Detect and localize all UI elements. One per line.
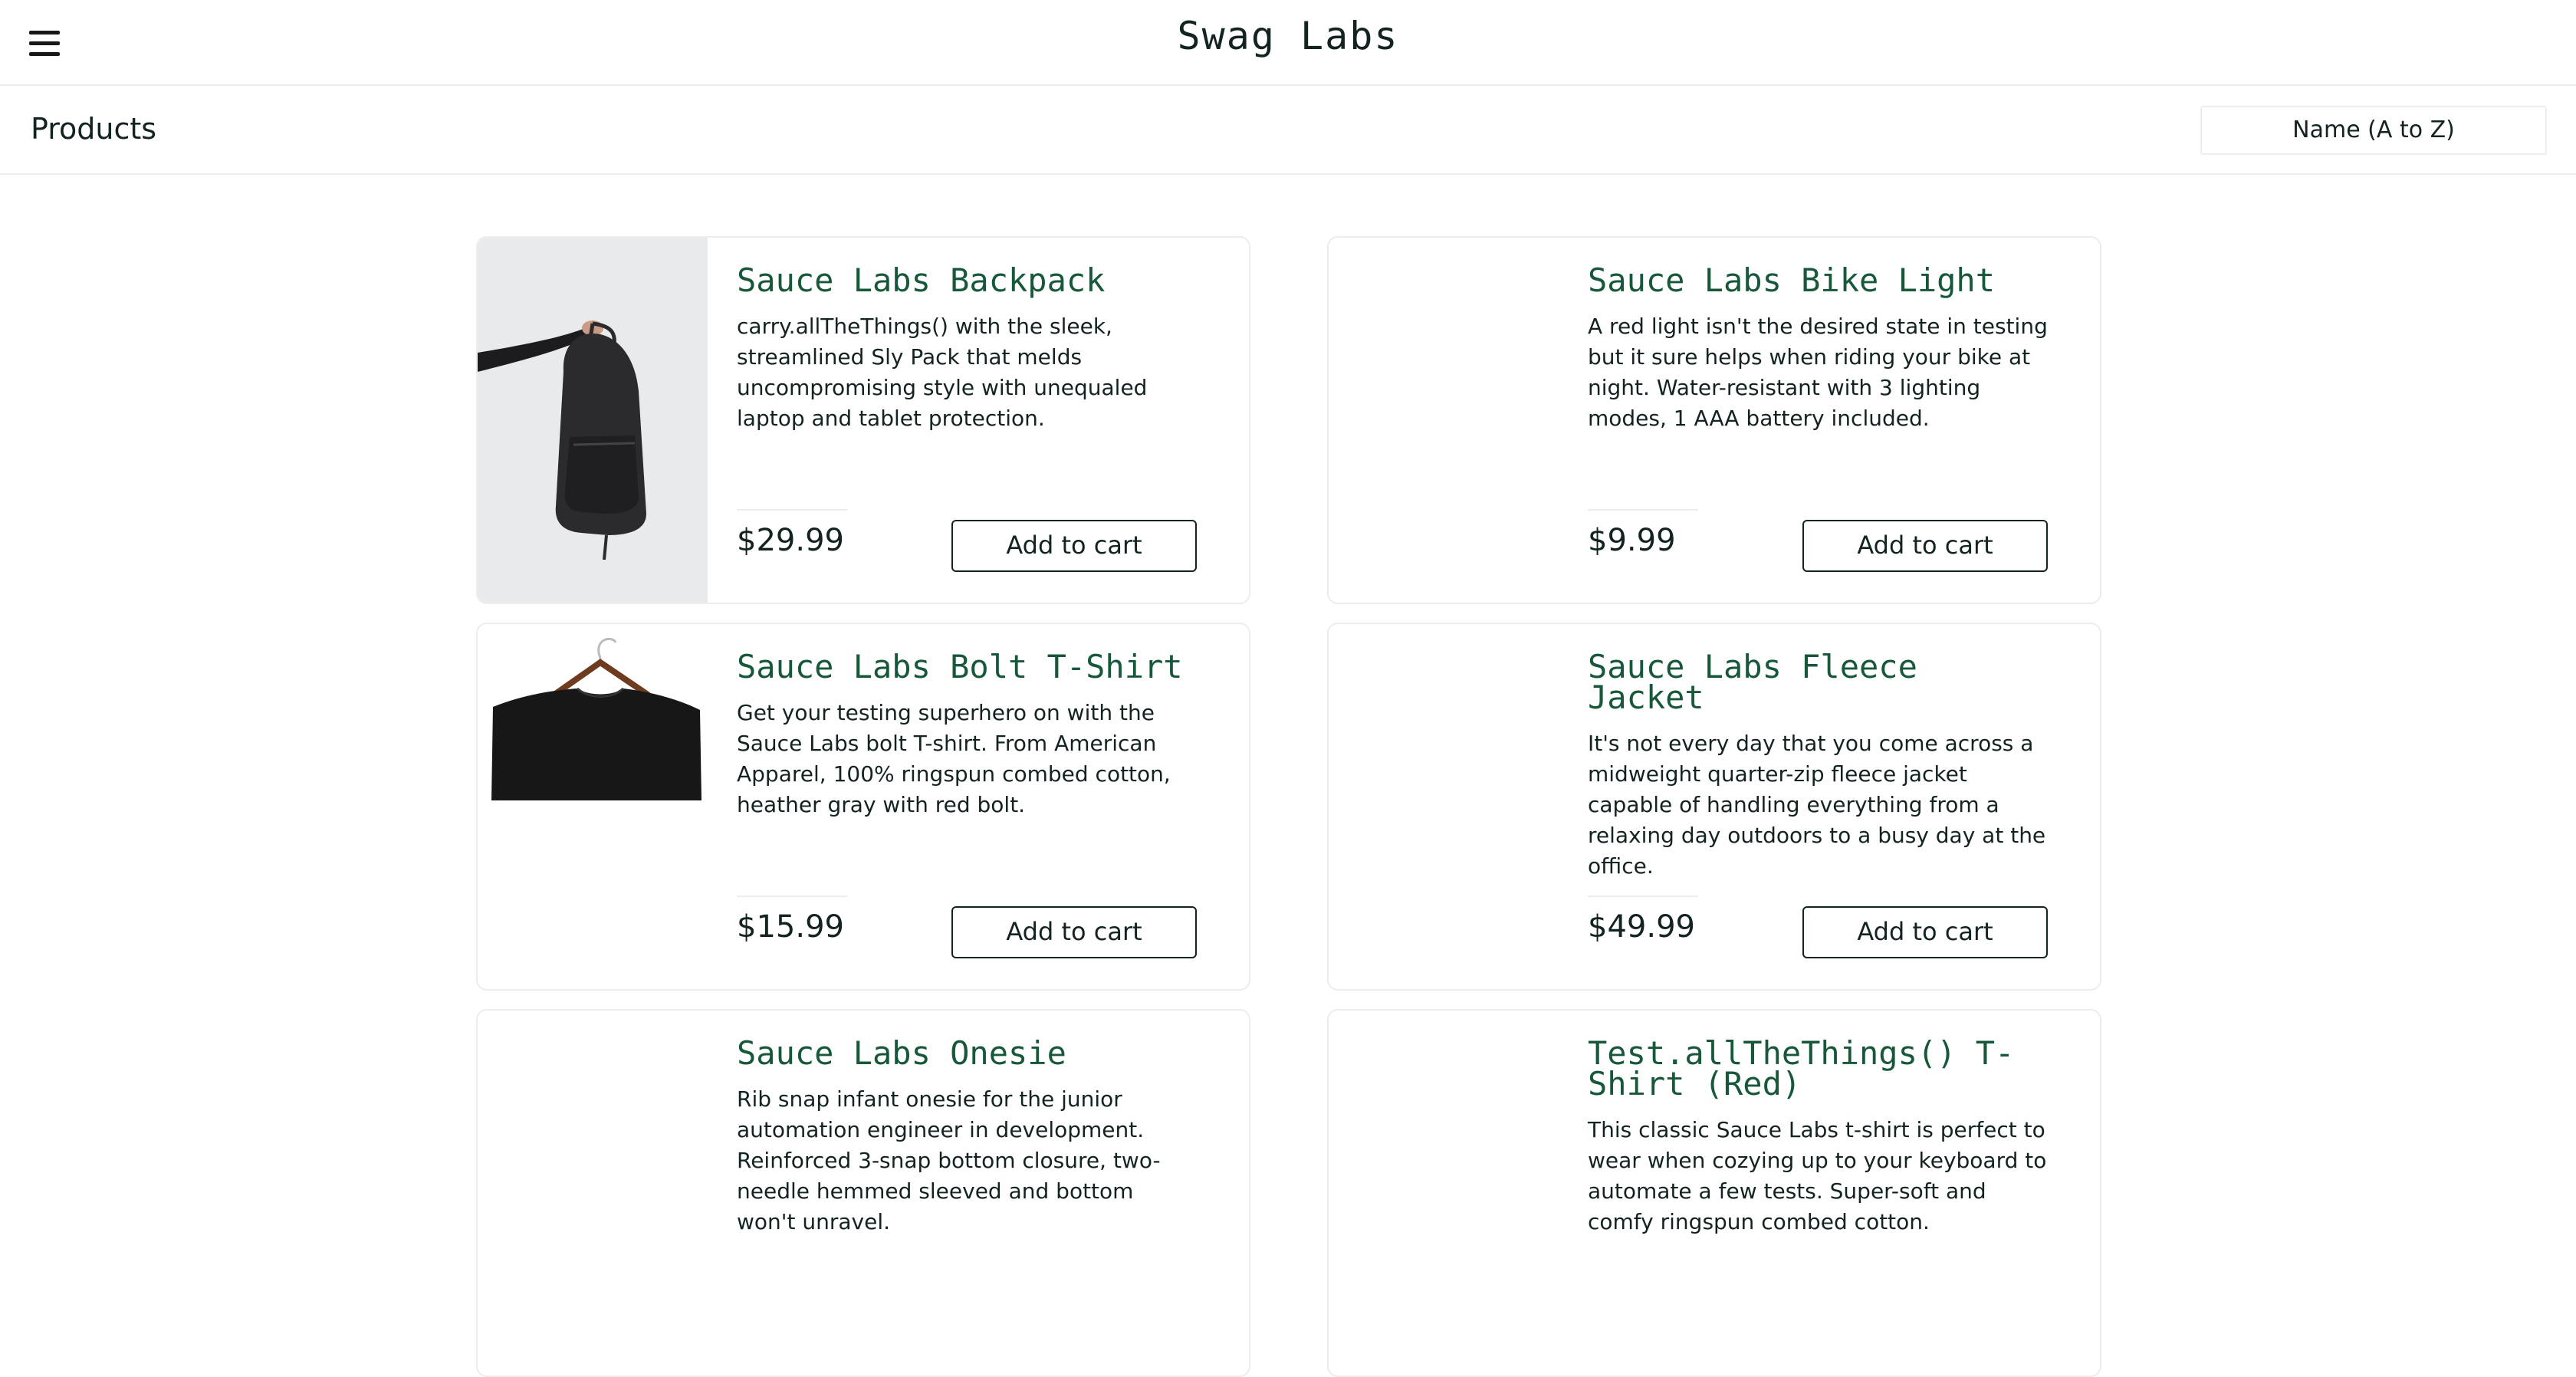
- item-description: It's not every day that you come across …: [1588, 731, 2046, 879]
- price-divider: [737, 896, 847, 897]
- item-name[interactable]: Sauce Labs Bolt T-Shirt: [737, 651, 1197, 683]
- page-title: Products: [31, 112, 157, 146]
- app-logo: Swag Labs: [1177, 14, 1399, 58]
- inventory-item: Sauce Labs Bike Light A red light isn't …: [1327, 236, 2101, 604]
- item-name[interactable]: Test.allTheThings() T-Shirt (Red): [1588, 1037, 2048, 1100]
- price-divider: [737, 509, 847, 511]
- product-image-backpack[interactable]: [478, 238, 708, 603]
- add-to-cart-button[interactable]: Add to cart: [1802, 906, 2048, 958]
- sort-dropdown[interactable]: Name (A to Z): [2200, 106, 2547, 155]
- inventory-item: Test.allTheThings() T-Shirt (Red) This c…: [1327, 1009, 2101, 1377]
- item-description: carry.allTheThings() with the sleek, str…: [737, 314, 1148, 431]
- add-to-cart-button[interactable]: Add to cart: [951, 906, 1197, 958]
- item-description: This classic Sauce Labs t-shirt is perfe…: [1588, 1117, 2047, 1234]
- item-name[interactable]: Sauce Labs Backpack: [737, 265, 1197, 297]
- item-info: Test.allTheThings() T-Shirt (Red) This c…: [1588, 1037, 2048, 1237]
- item-info: Sauce Labs Bike Light A red light isn't …: [1588, 265, 2048, 434]
- item-name[interactable]: Sauce Labs Onesie: [737, 1037, 1197, 1070]
- product-image-red-tshirt[interactable]: [1329, 1011, 1559, 1375]
- inventory-item: Sauce Labs Onesie Rib snap infant onesie…: [476, 1009, 1250, 1377]
- item-info: Sauce Labs Fleece Jacket It's not every …: [1588, 651, 2048, 882]
- price-divider: [1588, 896, 1698, 897]
- inventory-item: Sauce Labs Fleece Jacket It's not every …: [1327, 623, 2101, 991]
- add-to-cart-button[interactable]: Add to cart: [1802, 520, 2048, 572]
- secondary-header: Products Name (A to Z): [0, 86, 2576, 175]
- price-divider: [1588, 509, 1698, 511]
- product-image-bike-light[interactable]: [1329, 238, 1559, 603]
- inventory-item: Sauce Labs Backpack carry.allTheThings()…: [476, 236, 1250, 604]
- item-price: $49.99: [1588, 909, 1695, 945]
- item-description: Get your testing superhero on with the S…: [737, 700, 1171, 817]
- product-image-fleece-jacket[interactable]: [1329, 624, 1559, 989]
- item-info: Sauce Labs Bolt T-Shirt Get your testing…: [737, 651, 1197, 820]
- item-name[interactable]: Sauce Labs Bike Light: [1588, 265, 2048, 297]
- item-price: $29.99: [737, 523, 844, 558]
- product-image-bolt-tshirt[interactable]: [478, 624, 708, 989]
- inventory-item: Sauce Labs Bolt T-Shirt Get your testing…: [476, 623, 1250, 991]
- item-description: A red light isn't the desired state in t…: [1588, 314, 2048, 431]
- add-to-cart-button[interactable]: Add to cart: [951, 520, 1197, 572]
- item-price: $15.99: [737, 909, 844, 945]
- item-info: Sauce Labs Onesie Rib snap infant onesie…: [737, 1037, 1197, 1237]
- item-description: Rib snap infant onesie for the junior au…: [737, 1086, 1161, 1234]
- product-image-onesie[interactable]: [478, 1011, 708, 1375]
- top-bar: Swag Labs: [0, 0, 2576, 86]
- item-info: Sauce Labs Backpack carry.allTheThings()…: [737, 265, 1197, 434]
- item-name[interactable]: Sauce Labs Fleece Jacket: [1588, 651, 2048, 714]
- item-price: $9.99: [1588, 523, 1676, 558]
